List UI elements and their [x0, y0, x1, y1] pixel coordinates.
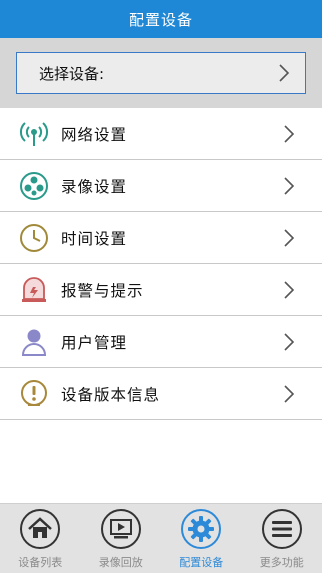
playback-icon [100, 508, 142, 550]
gear-icon [180, 508, 222, 550]
device-selector[interactable]: 选择设备: [16, 52, 306, 94]
menu-item-version-info[interactable]: 设备版本信息 [0, 368, 322, 420]
menu-item-label: 设备版本信息 [61, 383, 282, 405]
user-icon [19, 327, 49, 357]
bottom-tab-bar: 设备列表 录像回放 [0, 503, 322, 573]
menu-item-alarm[interactable]: 报警与提示 [0, 264, 322, 316]
device-selector-area: 选择设备: [0, 38, 322, 108]
chevron-right-icon [277, 66, 291, 80]
alarm-icon [19, 275, 49, 305]
menu-item-label: 时间设置 [61, 227, 282, 249]
chevron-right-icon [282, 335, 296, 349]
home-icon [19, 508, 61, 550]
film-reel-icon [19, 171, 49, 201]
clock-icon [19, 223, 49, 253]
menu-item-label: 报警与提示 [61, 279, 282, 301]
chevron-right-icon [282, 387, 296, 401]
info-exclamation-icon [19, 379, 49, 409]
menu-item-label: 用户管理 [61, 331, 282, 353]
header-bar: 配置设备 [0, 0, 322, 38]
chevron-right-icon [282, 127, 296, 141]
tab-label: 录像回放 [99, 554, 143, 570]
menu-item-network[interactable]: 网络设置 [0, 108, 322, 160]
menu-item-label: 网络设置 [61, 123, 282, 145]
menu-item-users[interactable]: 用户管理 [0, 316, 322, 368]
tab-label: 配置设备 [179, 554, 223, 570]
wifi-signal-icon [19, 119, 49, 149]
menu-item-time[interactable]: 时间设置 [0, 212, 322, 264]
chevron-right-icon [282, 231, 296, 245]
tab-device-list[interactable]: 设备列表 [0, 504, 81, 573]
menu-item-label: 录像设置 [61, 175, 282, 197]
chevron-right-icon [282, 283, 296, 297]
tab-label: 设备列表 [18, 554, 62, 570]
tab-configure[interactable]: 配置设备 [161, 504, 242, 573]
page-title: 配置设备 [129, 9, 193, 30]
tab-more[interactable]: 更多功能 [242, 504, 322, 573]
chevron-right-icon [282, 179, 296, 193]
tab-playback[interactable]: 录像回放 [81, 504, 162, 573]
settings-list: 网络设置 录像设置 时间设置 [0, 108, 322, 420]
tab-label: 更多功能 [260, 554, 304, 570]
menu-icon [261, 508, 303, 550]
device-selector-label: 选择设备: [39, 63, 277, 84]
menu-item-recording[interactable]: 录像设置 [0, 160, 322, 212]
